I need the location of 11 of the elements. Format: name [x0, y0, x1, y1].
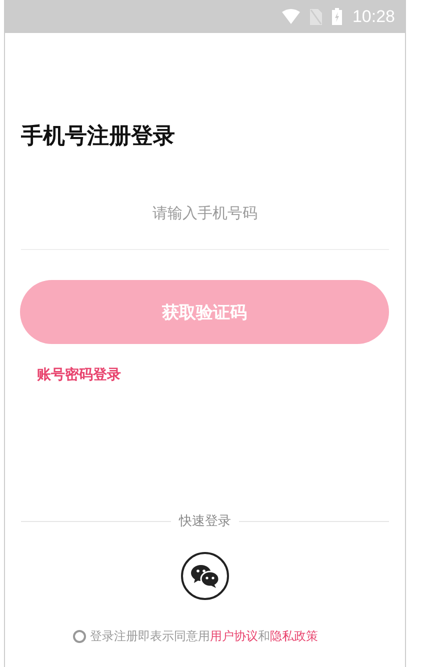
privacy-link[interactable]: 隐私政策 [270, 629, 318, 643]
page-title: 手机号注册登录 [21, 123, 176, 151]
terms-link[interactable]: 用户协议 [210, 629, 258, 643]
password-login-link[interactable]: 账号密码登录 [37, 366, 121, 384]
wechat-login-button[interactable] [181, 552, 229, 600]
quick-login-label: 快速登录 [179, 513, 231, 530]
chat-bubbles-icon [191, 564, 219, 588]
agreement-text: 登录注册即表示同意用用户协议和隐私政策 [90, 628, 318, 645]
battery-charging-icon [332, 8, 342, 25]
agree-radio[interactable] [73, 630, 86, 643]
wifi-icon [282, 9, 300, 24]
